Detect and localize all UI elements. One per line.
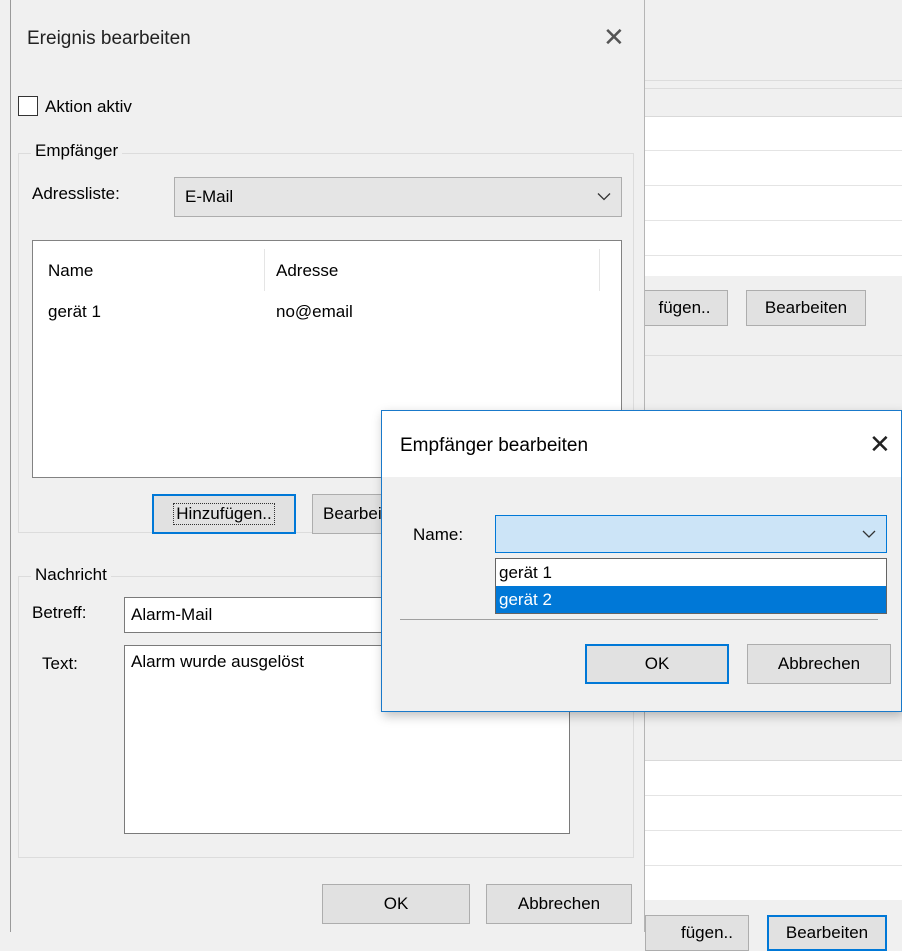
- ok-button[interactable]: OK: [322, 884, 470, 924]
- close-icon[interactable]: ✕: [869, 431, 891, 457]
- row-address: no@email: [276, 302, 353, 321]
- background-bottom-edit-button[interactable]: Bearbeiten: [767, 915, 887, 951]
- column-header-name[interactable]: Name: [48, 261, 93, 281]
- address-list-label: Adressliste:: [32, 184, 120, 203]
- background-edit-button[interactable]: Bearbeiten: [746, 290, 866, 326]
- background-list: [645, 116, 902, 276]
- name-dropdown-list[interactable]: gerät 1 gerät 2: [495, 558, 887, 614]
- edit-cancel-button[interactable]: Abbrechen: [747, 644, 891, 684]
- add-recipient-button[interactable]: Hinzufügen..: [152, 494, 296, 534]
- dropdown-option[interactable]: gerät 1: [496, 559, 886, 586]
- background-add-button[interactable]: fügen..: [635, 290, 728, 326]
- edit-recipient-dialog: Empfänger bearbeiten ✕ Name: gerät 1 ger…: [381, 410, 902, 712]
- name-label: Name:: [413, 525, 464, 544]
- edit-dialog-title: Empfänger bearbeiten: [400, 435, 589, 456]
- table-row[interactable]: gerät 1 no@email: [33, 299, 593, 325]
- column-separator: [599, 249, 600, 291]
- cancel-button[interactable]: Abbrechen: [486, 884, 632, 924]
- dropdown-option-selected[interactable]: gerät 2: [496, 586, 886, 613]
- address-list-value: E-Mail: [185, 187, 234, 206]
- row-name: gerät 1: [48, 302, 101, 321]
- dialog-title: Ereignis bearbeiten: [27, 28, 191, 49]
- address-list-combobox[interactable]: E-Mail: [174, 177, 622, 217]
- name-combobox[interactable]: [495, 515, 887, 553]
- text-label: Text:: [42, 654, 78, 673]
- background-bottom-add-button[interactable]: fügen..: [645, 915, 749, 951]
- chevron-down-icon: [597, 193, 611, 201]
- column-separator: [264, 249, 265, 291]
- close-icon[interactable]: ✕: [603, 24, 625, 50]
- chevron-down-icon: [862, 530, 876, 538]
- separator: [400, 619, 878, 620]
- message-group-legend: Nachricht: [31, 565, 111, 585]
- action-active-label: Aktion aktiv: [45, 97, 132, 116]
- edit-ok-button[interactable]: OK: [585, 644, 729, 684]
- column-header-address[interactable]: Adresse: [276, 261, 338, 281]
- action-active-checkbox[interactable]: [18, 96, 38, 116]
- recipients-group-legend: Empfänger: [31, 141, 123, 161]
- subject-label: Betreff:: [32, 603, 87, 622]
